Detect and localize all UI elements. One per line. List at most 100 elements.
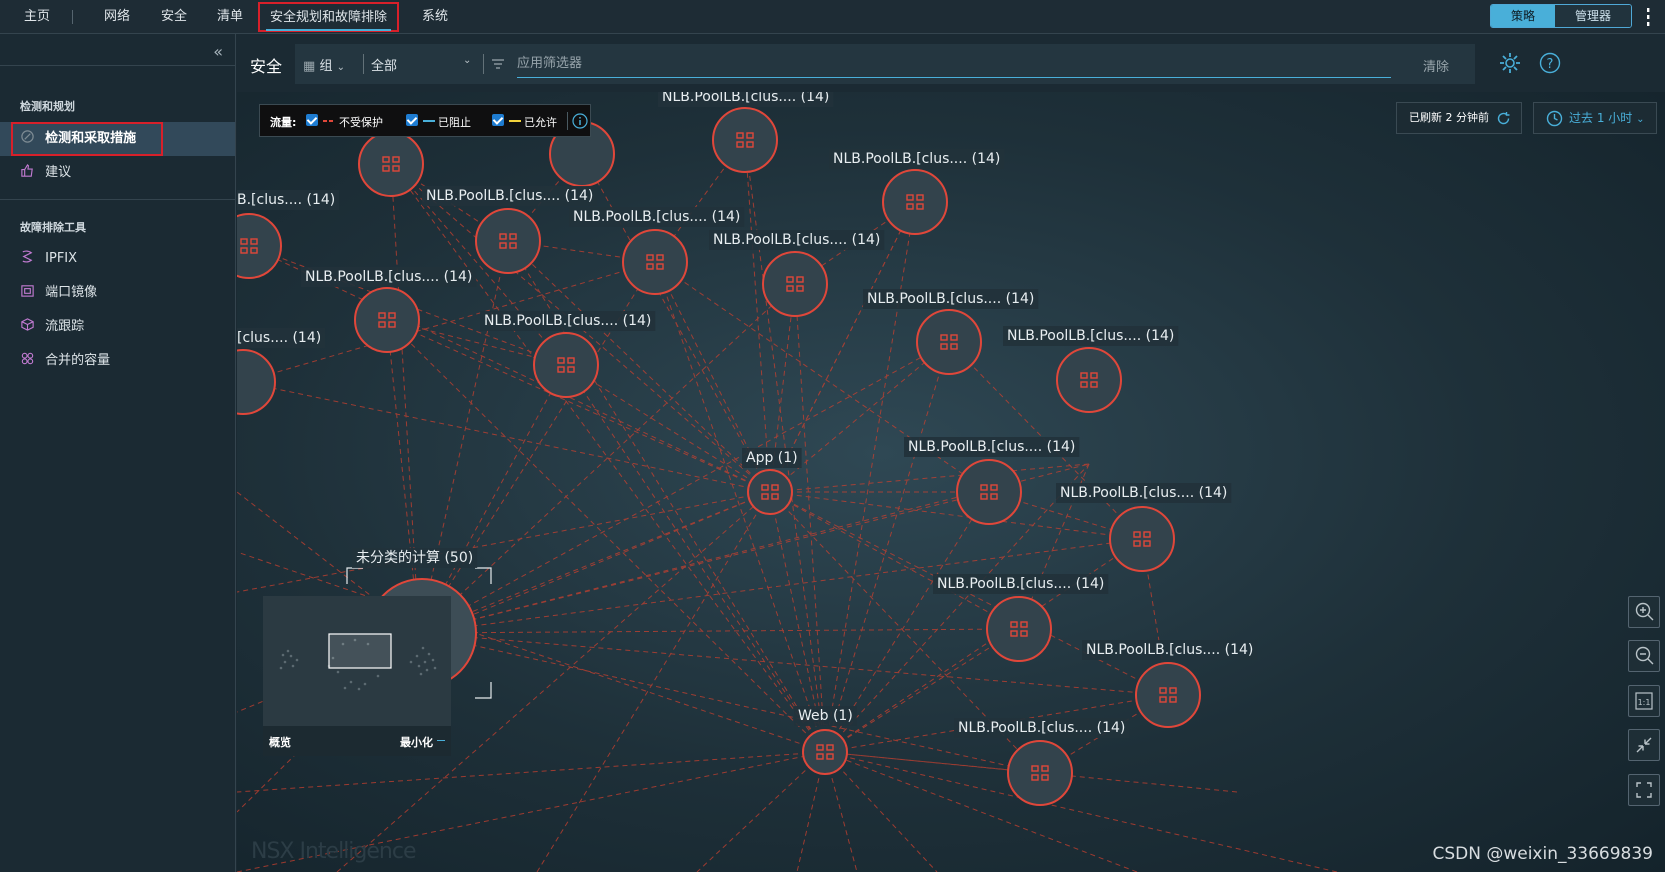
node-label: NLB.PoolLB.[clus.... (14) [573, 209, 740, 225]
sidebar-item-port-mirroring[interactable]: 端口镜像 [0, 276, 235, 310]
node-label: NLB.PoolLB.[clus.... (14) [937, 576, 1104, 592]
graph-node[interactable] [237, 349, 276, 415]
group-type-label: 组 [319, 59, 333, 74]
main-canvas: NLB.PoolLB.[clus.... (14) B.[clus.... (1… [237, 34, 1665, 872]
node-label: NLB.PoolLB.[clus.... (14) [426, 188, 593, 204]
collapse-sidebar-icon[interactable]: « [213, 42, 223, 61]
sidebar-item-discover-take-action[interactable]: 检测和采取措施 [0, 122, 235, 156]
nav-network[interactable]: 网络 [94, 0, 140, 34]
graph-node[interactable] [1109, 506, 1175, 572]
expand-icon [1636, 782, 1652, 798]
graph-node-app[interactable] [747, 469, 793, 515]
graph-node[interactable] [712, 107, 778, 173]
more-vertical-icon[interactable] [1639, 6, 1657, 28]
sidebar-section-troubleshoot: 故障排除工具 [20, 221, 86, 234]
clock-icon [1546, 110, 1563, 127]
time-range-dropdown[interactable]: 过去 1 小时 ⌄ [1533, 102, 1657, 134]
source-watermark: CSDN @weixin_33669839 [1432, 844, 1653, 864]
sidebar: « 检测和规划 检测和采取措施 建议 故障排除工具 IPFIX 端口镜像 流跟踪… [0, 34, 236, 872]
help-icon[interactable]: ? [1539, 52, 1561, 74]
sidebar-item-consolidated-capacity[interactable]: 合并的容量 [0, 344, 235, 378]
sidebar-item-recommendations[interactable]: 建议 [0, 156, 235, 190]
flow-legend: 流量: 不受保护 已阻止 已允许 [259, 104, 591, 137]
graph-node[interactable] [354, 287, 420, 353]
node-label-app: App (1) [746, 450, 798, 466]
node-label: NLB.PoolLB.[clus.... (14) [1060, 485, 1227, 501]
minimize-button[interactable]: 最小化 [400, 734, 433, 750]
nav-security[interactable]: 安全 [151, 0, 197, 34]
sidebar-item-label: IPFIX [45, 251, 78, 266]
graph-node[interactable] [1135, 662, 1201, 728]
info-icon[interactable] [572, 113, 588, 129]
sidebar-divider [0, 65, 236, 66]
svg-text:1:1: 1:1 [1638, 698, 1651, 707]
graph-node[interactable] [882, 169, 948, 235]
highlight-box [11, 122, 163, 156]
blocked-checkbox[interactable] [406, 114, 418, 126]
graph-node[interactable] [1056, 347, 1122, 413]
manager-mode-button[interactable]: 管理器 [1554, 5, 1631, 27]
flow-graph[interactable]: NLB.PoolLB.[clus.... (14) B.[clus.... (1… [237, 92, 1665, 872]
graph-node[interactable] [475, 208, 541, 274]
graph-node[interactable] [956, 459, 1022, 525]
unprotected-checkbox[interactable] [306, 114, 318, 126]
zoom-out-icon [1635, 646, 1654, 665]
graph-node[interactable] [762, 251, 828, 317]
sidebar-item-ipfix[interactable]: IPFIX [0, 242, 235, 276]
expand-button[interactable] [1628, 774, 1660, 806]
graph-node[interactable] [622, 229, 688, 295]
port-mirroring-icon [21, 285, 34, 297]
policy-mode-button[interactable]: 策略 [1490, 5, 1555, 27]
overview-footer: 概览 最小化 [263, 726, 451, 756]
chevron-down-icon: ⌄ [1636, 114, 1645, 125]
overview-minimap[interactable]: 概览 最小化 [263, 596, 451, 756]
nav-plan-troubleshoot[interactable]: 安全规划和故障排除 [258, 2, 400, 32]
node-label: NLB.PoolLB.[clus.... (14) [1086, 642, 1253, 658]
chevron-down-icon: ⌄ [336, 62, 345, 73]
graph-node[interactable] [916, 309, 982, 375]
nav-divider [72, 10, 73, 24]
zoom-out-button[interactable] [1628, 640, 1660, 672]
graph-node[interactable] [358, 131, 424, 197]
graph-node-web[interactable] [802, 729, 848, 775]
graph-node[interactable] [237, 213, 282, 279]
refresh-icon [1497, 112, 1510, 125]
blocked-label: 已阻止 [438, 116, 471, 129]
blocked-line [423, 120, 435, 122]
minimize-icon[interactable] [437, 740, 445, 741]
legend-divider [567, 112, 568, 130]
sidebar-divider [0, 199, 236, 200]
top-nav-bar: 主页 网络 安全 清单 安全规划和故障排除 系统 策略 管理器 [0, 0, 1665, 34]
collapse-arrows-icon [1636, 737, 1652, 753]
node-label-web: Web (1) [798, 708, 853, 724]
allowed-label: 已允许 [524, 116, 557, 129]
node-label: NLB.PoolLB.[clus.... (14) [1007, 328, 1174, 344]
gear-icon[interactable] [1499, 52, 1521, 74]
scope-dropdown[interactable]: 全部 ⌄ [371, 55, 471, 74]
sidebar-item-traceflow[interactable]: 流跟踪 [0, 310, 235, 344]
fit-to-screen-button[interactable] [1628, 729, 1660, 761]
actual-size-button[interactable]: 1:1 [1628, 685, 1660, 717]
nav-system[interactable]: 系统 [412, 0, 458, 34]
nav-home[interactable]: 主页 [14, 0, 60, 34]
minimap-preview [279, 633, 437, 691]
sidebar-item-label: 合并的容量 [45, 353, 111, 368]
group-type-dropdown[interactable]: ▦ 组 ⌄ [303, 55, 345, 74]
nav-inventory[interactable]: 清单 [207, 0, 253, 34]
overview-label: 概览 [269, 736, 291, 749]
product-watermark: NSX Intelligence [251, 839, 416, 864]
filter-divider [483, 54, 484, 74]
graph-node[interactable] [533, 332, 599, 398]
refresh-button[interactable]: 已刷新 2 分钟前 [1396, 102, 1522, 134]
allowed-checkbox[interactable] [492, 114, 504, 126]
actual-size-icon: 1:1 [1635, 692, 1653, 710]
graph-node[interactable] [986, 596, 1052, 662]
filter-box: ▦ 组 ⌄ 全部 ⌄ 清除 [295, 44, 1475, 84]
zoom-in-button[interactable] [1628, 596, 1660, 628]
node-label-uncategorized: 未分类的计算 (50) [356, 550, 473, 566]
filter-search-input[interactable] [517, 50, 1391, 78]
graph-node[interactable] [1007, 740, 1073, 806]
legend-title: 流量: [270, 116, 297, 129]
clear-filter-button[interactable]: 清除 [1423, 56, 1449, 75]
policy-manager-toggle: 策略 管理器 [1489, 4, 1632, 28]
